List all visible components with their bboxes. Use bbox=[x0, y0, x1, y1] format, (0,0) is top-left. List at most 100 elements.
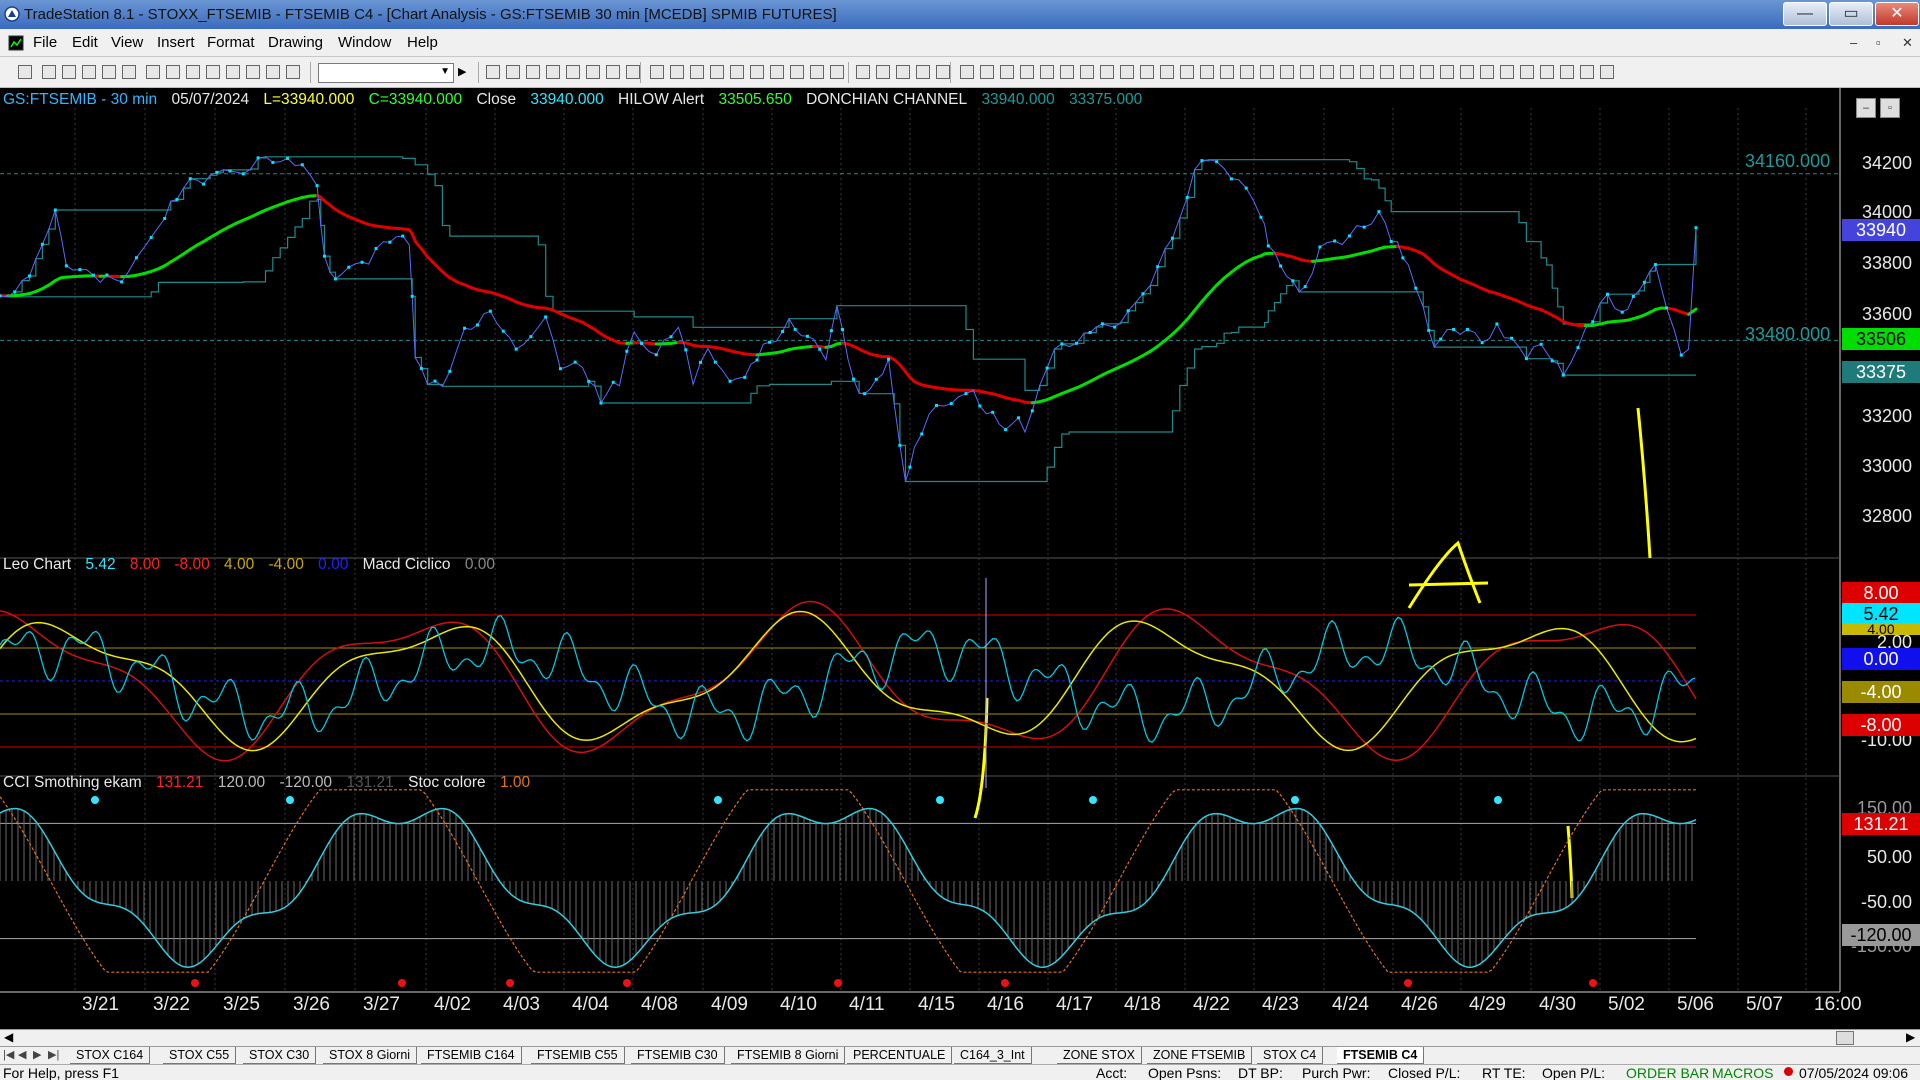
toolbar-tool-icon[interactable] bbox=[1120, 65, 1134, 79]
mdi-minimize-button[interactable]: – bbox=[1850, 35, 1857, 50]
menu-edit[interactable]: Edit bbox=[72, 34, 98, 51]
toolbar-tool-icon[interactable] bbox=[1240, 65, 1254, 79]
tab-ftsemib-c55[interactable]: FTSEMIB C55 bbox=[531, 1047, 625, 1064]
toolbar-tool-icon[interactable] bbox=[1600, 65, 1614, 79]
toolbar-tool-icon[interactable] bbox=[42, 65, 56, 79]
toolbar-tool-icon[interactable] bbox=[1340, 65, 1354, 79]
toolbar-tool-icon[interactable] bbox=[1260, 65, 1274, 79]
toolbar-tool-icon[interactable] bbox=[566, 65, 580, 79]
toolbar-tool-icon[interactable] bbox=[1220, 65, 1234, 79]
toolbar-tool-icon[interactable] bbox=[626, 65, 640, 79]
mdi-restore-button[interactable]: ▫ bbox=[1876, 35, 1881, 50]
toolbar-tool-icon[interactable] bbox=[916, 65, 930, 79]
toolbar-tool-icon[interactable] bbox=[586, 65, 600, 79]
close-button[interactable]: ✕ bbox=[1875, 2, 1919, 26]
menu-view[interactable]: View bbox=[111, 34, 143, 51]
toolbar-tool-icon[interactable] bbox=[876, 65, 890, 79]
toolbar-tool-icon[interactable] bbox=[1160, 65, 1174, 79]
toolbar-tool-icon[interactable] bbox=[936, 65, 950, 79]
toolbar-tool-icon[interactable] bbox=[1040, 65, 1054, 79]
toolbar-tool-icon[interactable] bbox=[606, 65, 620, 79]
menu-insert[interactable]: Insert bbox=[157, 34, 195, 51]
tab-ftsemib-c164[interactable]: FTSEMIB C164 bbox=[421, 1047, 522, 1064]
toolbar-tool-icon[interactable] bbox=[896, 65, 910, 79]
tab-stox-c30[interactable]: STOX C30 bbox=[243, 1047, 317, 1064]
scroll-left-icon[interactable]: ◀ bbox=[4, 1030, 13, 1044]
toolbar-tool-icon[interactable] bbox=[546, 65, 560, 79]
toolbar-tool-icon[interactable] bbox=[526, 65, 540, 79]
toolbar-tool-icon[interactable] bbox=[246, 65, 260, 79]
toolbar-tool-icon[interactable] bbox=[960, 65, 974, 79]
toolbar-tool-icon[interactable] bbox=[1580, 65, 1594, 79]
toolbar-tool-icon[interactable] bbox=[506, 65, 520, 79]
toolbar-tool-icon[interactable] bbox=[1520, 65, 1534, 79]
toolbar-tool-icon[interactable] bbox=[286, 65, 300, 79]
toolbar-tool-icon[interactable] bbox=[226, 65, 240, 79]
toolbar-tool-icon[interactable] bbox=[1400, 65, 1414, 79]
toolbar-tool-icon[interactable] bbox=[1560, 65, 1574, 79]
toolbar-tool-icon[interactable] bbox=[1440, 65, 1454, 79]
tab-stox-c55[interactable]: STOX C55 bbox=[163, 1047, 237, 1064]
toolbar-tool-icon[interactable] bbox=[1200, 65, 1214, 79]
toolbar-tool-icon[interactable] bbox=[790, 65, 804, 79]
toolbar-tool-icon[interactable] bbox=[1060, 65, 1074, 79]
toolbar-tool-icon[interactable] bbox=[856, 65, 870, 79]
toolbar-tool-icon[interactable] bbox=[1020, 65, 1034, 79]
scroll-right-icon[interactable]: ▶ bbox=[1906, 1030, 1915, 1044]
chart-doc-icon[interactable] bbox=[8, 35, 24, 51]
toolbar-tool-icon[interactable] bbox=[1100, 65, 1114, 79]
menu-help[interactable]: Help bbox=[407, 34, 438, 51]
toolbar-tool-icon[interactable] bbox=[122, 65, 136, 79]
chart-analysis-window[interactable]: GS:FTSEMIB - 30 min 05/07/2024 L=33940.0… bbox=[0, 88, 1920, 1029]
toolbar-tool-icon[interactable] bbox=[206, 65, 220, 79]
toolbar-tool-icon[interactable] bbox=[1480, 65, 1494, 79]
chart-minimize-button[interactable]: – bbox=[1856, 98, 1876, 118]
toolbar-tool-icon[interactable] bbox=[1320, 65, 1334, 79]
toolbar-tool-icon[interactable] bbox=[1500, 65, 1514, 79]
toolbar-tool-icon[interactable] bbox=[18, 65, 32, 79]
tab-ftsemib-c30[interactable]: FTSEMIB C30 bbox=[631, 1047, 725, 1064]
toolbar-tool-icon[interactable] bbox=[486, 65, 500, 79]
menu-window[interactable]: Window bbox=[338, 34, 391, 51]
restore-button[interactable]: ▭ bbox=[1829, 2, 1873, 26]
toolbar-tool-icon[interactable] bbox=[770, 65, 784, 79]
macros-button[interactable]: MACROS bbox=[1712, 1065, 1773, 1080]
tab-stox-8-giorni[interactable]: STOX 8 Giorni bbox=[323, 1047, 418, 1064]
chevron-down-icon[interactable]: ▼ bbox=[440, 66, 450, 77]
mdi-close-button[interactable]: ✕ bbox=[1902, 35, 1913, 51]
next-arrow-icon[interactable]: ▶ bbox=[458, 65, 466, 78]
tab-percentuale[interactable]: PERCENTUALE bbox=[847, 1047, 953, 1064]
order-bar-button[interactable]: ORDER BAR bbox=[1626, 1065, 1709, 1080]
toolbar-tool-icon[interactable] bbox=[710, 65, 724, 79]
toolbar-tool-icon[interactable] bbox=[1140, 65, 1154, 79]
toolbar-tool-icon[interactable] bbox=[810, 65, 824, 79]
toolbar-tool-icon[interactable] bbox=[1360, 65, 1374, 79]
toolbar-tool-icon[interactable] bbox=[1300, 65, 1314, 79]
tab-ftsemib-c4[interactable]: FTSEMIB C4 bbox=[1337, 1047, 1425, 1064]
tab-nav-icon[interactable]: |◀ bbox=[3, 1048, 14, 1061]
toolbar-tool-icon[interactable] bbox=[690, 65, 704, 79]
toolbar-tool-icon[interactable] bbox=[146, 65, 160, 79]
toolbar-tool-icon[interactable] bbox=[1080, 65, 1094, 79]
toolbar-tool-icon[interactable] bbox=[670, 65, 684, 79]
tab-zone-ftsemib[interactable]: ZONE FTSEMIB bbox=[1147, 1047, 1253, 1064]
symbol-combo[interactable]: ▼ bbox=[318, 63, 454, 83]
toolbar-tool-icon[interactable] bbox=[1180, 65, 1194, 79]
tab-nav-icon[interactable]: ◀ bbox=[18, 1048, 26, 1061]
toolbar-tool-icon[interactable] bbox=[830, 65, 844, 79]
menu-drawing[interactable]: Drawing bbox=[268, 34, 323, 51]
minimize-button[interactable]: — bbox=[1783, 2, 1827, 26]
toolbar-tool-icon[interactable] bbox=[1380, 65, 1394, 79]
toolbar-tool-icon[interactable] bbox=[1280, 65, 1294, 79]
toolbar-tool-icon[interactable] bbox=[1420, 65, 1434, 79]
toolbar-tool-icon[interactable] bbox=[650, 65, 664, 79]
toolbar-tool-icon[interactable] bbox=[166, 65, 180, 79]
toolbar-tool-icon[interactable] bbox=[750, 65, 764, 79]
tab-nav-icon[interactable]: ▶ bbox=[33, 1048, 41, 1061]
menu-file[interactable]: File bbox=[33, 34, 57, 51]
menu-format[interactable]: Format bbox=[207, 34, 255, 51]
toolbar-tool-icon[interactable] bbox=[82, 65, 96, 79]
toolbar-tool-icon[interactable] bbox=[980, 65, 994, 79]
toolbar-tool-icon[interactable] bbox=[1000, 65, 1014, 79]
toolbar-tool-icon[interactable] bbox=[62, 65, 76, 79]
